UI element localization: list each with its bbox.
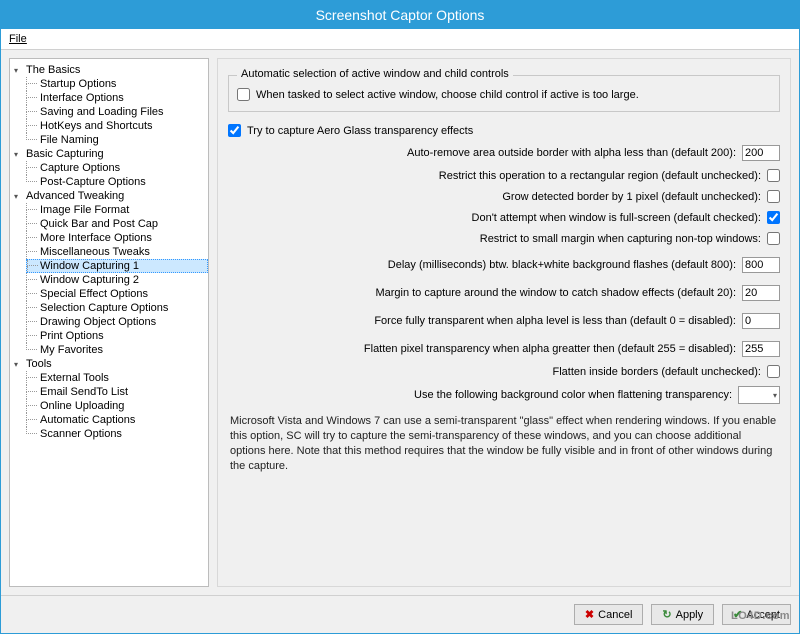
collapse-icon: ▾ — [14, 192, 24, 201]
delay-input[interactable] — [742, 257, 780, 273]
group-title: Automatic selection of active window and… — [237, 68, 513, 80]
apply-button[interactable]: ↻ Apply — [651, 604, 714, 625]
tree-item[interactable]: Online Uploading — [26, 399, 208, 413]
restrict-margin-label: Restrict to small margin when capturing … — [480, 233, 761, 245]
margin-label: Margin to capture around the window to c… — [375, 287, 736, 299]
restrict-rect-checkbox[interactable] — [767, 169, 780, 182]
accept-button[interactable]: ✔ Accept — [722, 604, 791, 625]
delay-label: Delay (milliseconds) btw. black+white ba… — [388, 259, 736, 271]
grow-border-label: Grow detected border by 1 pixel (default… — [502, 191, 761, 203]
settings-panel: Automatic selection of active window and… — [217, 58, 791, 587]
options-window: Screenshot Captor Options File ▾The Basi… — [0, 0, 800, 634]
bgcolor-label: Use the following background color when … — [414, 389, 732, 401]
collapse-icon: ▾ — [14, 360, 24, 369]
force-trans-input[interactable] — [742, 313, 780, 329]
collapse-icon: ▾ — [14, 150, 24, 159]
grow-border-checkbox[interactable] — [767, 190, 780, 203]
tree-item[interactable]: Quick Bar and Post Cap — [26, 217, 208, 231]
tree-item[interactable]: Interface Options — [26, 91, 208, 105]
menu-file[interactable]: File — [9, 33, 27, 45]
tree-item[interactable]: Saving and Loading Files — [26, 105, 208, 119]
tree-group-header[interactable]: ▾Basic Capturing — [10, 147, 208, 161]
auto-remove-input[interactable] — [742, 145, 780, 161]
tree-item[interactable]: Startup Options — [26, 77, 208, 91]
no-fullscreen-checkbox[interactable] — [767, 211, 780, 224]
collapse-icon: ▾ — [14, 66, 24, 75]
bgcolor-select[interactable] — [738, 386, 780, 404]
content-area: ▾The BasicsStartup OptionsInterface Opti… — [1, 50, 799, 595]
tree-group-label: Basic Capturing — [26, 148, 104, 160]
margin-input[interactable] — [742, 285, 780, 301]
tree-item[interactable]: File Naming — [26, 133, 208, 147]
no-fullscreen-label: Don't attempt when window is full-screen… — [472, 212, 761, 224]
child-control-checkbox[interactable] — [237, 88, 250, 101]
check-icon: ✔ — [733, 608, 742, 621]
cancel-button[interactable]: ✖ Cancel — [574, 604, 643, 625]
tree-item[interactable]: Print Options — [26, 329, 208, 343]
button-bar: ✖ Cancel ↻ Apply ✔ Accept — [1, 595, 799, 633]
tree-item[interactable]: Capture Options — [26, 161, 208, 175]
tree-item[interactable]: Miscellaneous Tweaks — [26, 245, 208, 259]
tree-item[interactable]: Post-Capture Options — [26, 175, 208, 189]
aero-glass-checkbox[interactable] — [228, 124, 241, 137]
restrict-rect-label: Restrict this operation to a rectangular… — [439, 170, 761, 182]
tree-item[interactable]: HotKeys and Shortcuts — [26, 119, 208, 133]
menubar: File — [1, 29, 799, 50]
tree-item[interactable]: More Interface Options — [26, 231, 208, 245]
auto-selection-group: Automatic selection of active window and… — [228, 75, 780, 112]
tree-item[interactable]: Selection Capture Options — [26, 301, 208, 315]
cancel-icon: ✖ — [585, 608, 594, 621]
flatten-input[interactable] — [742, 341, 780, 357]
tree-group-header[interactable]: ▾Tools — [10, 357, 208, 371]
tree-item[interactable]: Special Effect Options — [26, 287, 208, 301]
tree-item[interactable]: Image File Format — [26, 203, 208, 217]
aero-glass-label: Try to capture Aero Glass transparency e… — [247, 125, 473, 137]
flatten-inside-checkbox[interactable] — [767, 365, 780, 378]
flatten-inside-label: Flatten inside borders (default unchecke… — [552, 366, 761, 378]
force-trans-label: Force fully transparent when alpha level… — [374, 315, 736, 327]
accept-label: Accept — [746, 609, 780, 621]
tree-item[interactable]: My Favorites — [26, 343, 208, 357]
refresh-icon: ↻ — [662, 608, 671, 621]
restrict-margin-checkbox[interactable] — [767, 232, 780, 245]
tree-group-label: The Basics — [26, 64, 80, 76]
cancel-label: Cancel — [598, 609, 632, 621]
tree-item[interactable]: Window Capturing 1 — [26, 259, 208, 273]
tree-item[interactable]: Email SendTo List — [26, 385, 208, 399]
tree-group-label: Tools — [26, 358, 52, 370]
tree-item[interactable]: Scanner Options — [26, 427, 208, 441]
nav-tree[interactable]: ▾The BasicsStartup OptionsInterface Opti… — [9, 58, 209, 587]
auto-remove-label: Auto-remove area outside border with alp… — [407, 147, 736, 159]
tree-item[interactable]: Automatic Captions — [26, 413, 208, 427]
apply-label: Apply — [676, 609, 704, 621]
aero-description: Microsoft Vista and Windows 7 can use a … — [228, 410, 780, 477]
tree-item[interactable]: Window Capturing 2 — [26, 273, 208, 287]
tree-group-header[interactable]: ▾Advanced Tweaking — [10, 189, 208, 203]
window-title: Screenshot Captor Options — [1, 1, 799, 29]
tree-group-label: Advanced Tweaking — [26, 190, 124, 202]
child-control-label: When tasked to select active window, cho… — [256, 89, 639, 101]
flatten-label: Flatten pixel transparency when alpha gr… — [364, 343, 736, 355]
tree-item[interactable]: Drawing Object Options — [26, 315, 208, 329]
tree-item[interactable]: External Tools — [26, 371, 208, 385]
tree-group-header[interactable]: ▾The Basics — [10, 63, 208, 77]
